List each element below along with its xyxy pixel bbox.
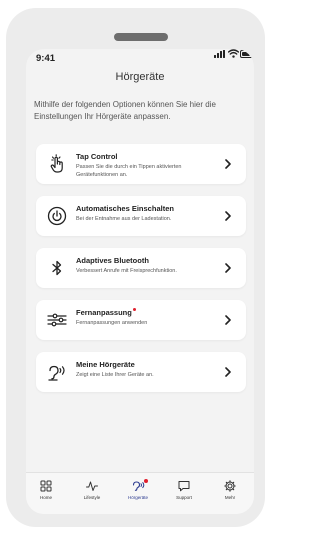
tab-more[interactable]: Mehr [212,480,248,510]
tab-lifestyle[interactable]: Lifestyle [74,480,110,510]
remote-fitting-card[interactable]: Fernanpassung Fernanpassungen anwenden [36,300,246,340]
hearing-aid-icon [132,481,144,491]
my-hearing-aids-card[interactable]: Meine Hörgeräte Zeigt eine Liste Ihrer G… [36,352,246,392]
activity-icon [86,481,98,491]
chevron-right-icon [225,159,231,169]
tab-label: Home [39,495,52,500]
sliders-icon [47,313,67,327]
card-title: Adaptives Bluetooth [76,256,149,265]
page-title: Hörgeräte [115,71,165,83]
tab-home[interactable]: Home [28,480,64,510]
hearing-aid-icon [48,365,65,381]
status-bar: 9:41 [26,49,254,67]
card-title: Tap Control [76,152,118,161]
intro-text: Mithilfe der folgenden Optionen können S… [34,100,216,121]
card-description: Passen Sie die durch ein Tippen aktivier… [76,164,182,178]
tab-label: Mehr [224,495,236,500]
battery-icon [240,50,254,58]
card-title: Fernanpassung [76,308,136,317]
card-description: Bei der Entnahme aus der Ladestation. [76,216,172,222]
tap-hand-icon [50,154,63,173]
card-title-text: Fernanpassung [76,308,132,317]
tab-hearing-aids[interactable]: Hörgeräte [120,479,156,510]
chevron-right-icon [225,367,231,377]
chevron-right-icon [225,263,231,273]
card-description: Zeigt eine Liste Ihrer Geräte an. [76,372,154,378]
tab-support[interactable]: Support [166,480,202,510]
chat-icon [178,481,190,492]
grid-icon [40,480,52,492]
tab-label: Hörgeräte [127,495,148,500]
chevron-right-icon [225,315,231,325]
wifi-icon [228,49,239,58]
tap-control-card[interactable]: Tap Control Passen Sie die durch ein Tip… [36,144,246,184]
screen: 9:41 Hörgeräte Mithilfe der folgenden Op… [26,49,254,514]
tab-label: Support [176,495,192,500]
auto-power-on-card[interactable]: Automatisches Einschalten Bei der Entnah… [36,196,246,236]
card-description: Fernanpassungen anwenden [76,320,148,326]
notification-dot [144,479,148,483]
power-icon [47,206,67,226]
bluetooth-icon [52,260,62,276]
phone-speaker [114,33,168,41]
signal-icon [214,50,226,58]
gear-icon [224,480,236,492]
status-time: 9:41 [36,53,56,64]
notification-dot [132,308,136,311]
tab-bar: Home Lifestyle Hörgeräte Support Mehr [26,472,254,514]
card-title: Meine Hörgeräte [76,360,135,369]
chevron-right-icon [225,211,231,221]
card-title: Automatisches Einschalten [76,204,174,213]
adaptive-bluetooth-card[interactable]: Adaptives Bluetooth Verbessert Anrufe mi… [36,248,246,288]
card-description: Verbessert Anrufe mit Freisprechfunktion… [76,268,177,274]
tab-label: Lifestyle [83,495,101,500]
